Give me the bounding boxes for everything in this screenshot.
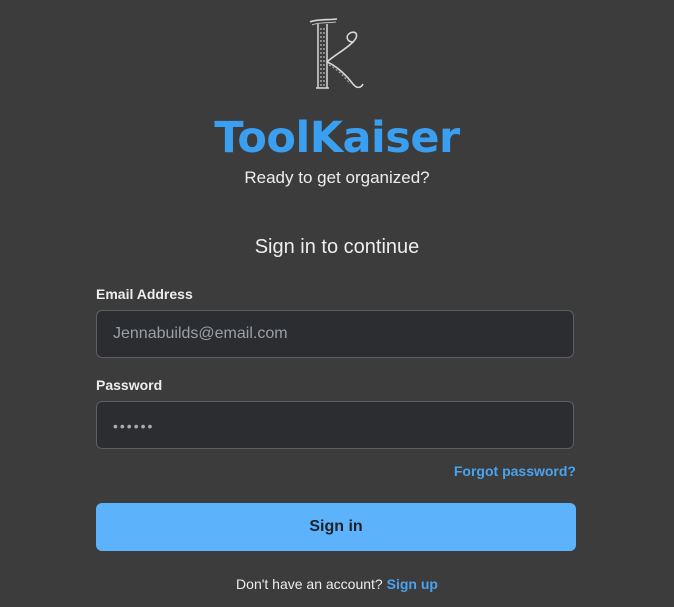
password-field[interactable]: [96, 401, 574, 449]
brand-wordmark: ToolKaiser: [214, 113, 460, 163]
email-field[interactable]: [96, 310, 574, 358]
signin-heading: Sign in to continue: [254, 236, 420, 258]
forgot-password-link[interactable]: Forgot password?: [454, 463, 576, 479]
email-label: Email Address: [96, 286, 193, 302]
brand-tagline: Ready to get organized?: [244, 168, 430, 187]
k-monogram-icon: [309, 18, 364, 89]
password-label: Password: [96, 377, 163, 393]
sign-up-link[interactable]: Sign up: [387, 576, 438, 592]
sign-in-button[interactable]: Sign in: [96, 503, 576, 551]
signup-prompt-text: Don't have an account?: [236, 576, 383, 592]
signup-prompt: Don't have an account? Sign up: [0, 576, 674, 592]
